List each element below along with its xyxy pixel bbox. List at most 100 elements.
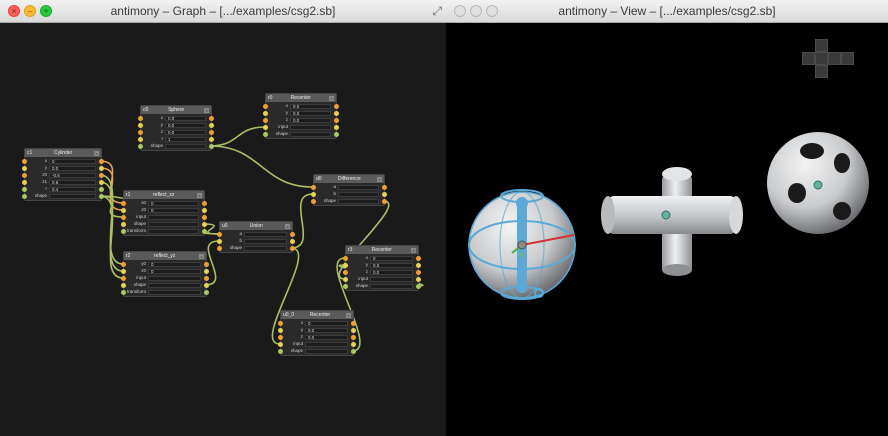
input-port-icon[interactable]: [138, 129, 143, 135]
row-value-field[interactable]: 0: [148, 207, 199, 213]
output-port-icon[interactable]: [99, 165, 104, 171]
output-port-icon[interactable]: [351, 327, 356, 333]
input-port-icon[interactable]: [121, 228, 126, 234]
output-port-icon[interactable]: [202, 221, 207, 227]
output-port-icon[interactable]: [204, 275, 209, 281]
output-port-icon[interactable]: [351, 348, 356, 354]
input-port-icon[interactable]: [22, 158, 27, 164]
node-header[interactable]: r1 reflect_xz ×: [124, 191, 204, 199]
input-port-icon[interactable]: [217, 245, 222, 251]
node-header[interactable]: r2 reflect_yz ×: [124, 252, 206, 260]
output-port-icon[interactable]: [290, 231, 295, 237]
input-port-icon[interactable]: [22, 165, 27, 171]
row-value-field[interactable]: [370, 276, 413, 282]
input-port-icon[interactable]: [263, 117, 268, 123]
node-header[interactable]: d0 Difference ×: [314, 175, 384, 183]
input-port-icon[interactable]: [278, 327, 283, 333]
close-icon[interactable]: ×: [196, 192, 202, 198]
row-value-field[interactable]: [290, 131, 331, 137]
output-port-icon[interactable]: [416, 283, 421, 289]
node-header[interactable]: r0 Recenter ×: [266, 94, 336, 102]
output-port-icon[interactable]: [204, 282, 209, 288]
output-port-icon[interactable]: [99, 158, 104, 164]
graph-wire[interactable]: [209, 126, 266, 147]
input-port-icon[interactable]: [217, 231, 222, 237]
input-port-icon[interactable]: [121, 214, 126, 220]
node-header[interactable]: c1 Cylinder ×: [25, 149, 101, 157]
input-port-icon[interactable]: [121, 261, 126, 267]
output-port-icon[interactable]: [382, 191, 387, 197]
input-port-icon[interactable]: [22, 179, 27, 185]
output-port-icon[interactable]: [290, 238, 295, 244]
output-port-icon[interactable]: [202, 228, 207, 234]
input-port-icon[interactable]: [311, 184, 316, 190]
row-value-field[interactable]: [305, 348, 348, 354]
input-port-icon[interactable]: [343, 269, 348, 275]
close-icon[interactable]: ×: [198, 253, 204, 259]
output-port-icon[interactable]: [334, 124, 339, 130]
row-value-field[interactable]: [305, 341, 348, 347]
input-port-icon[interactable]: [138, 143, 143, 149]
output-port-icon[interactable]: [334, 131, 339, 137]
input-port-icon[interactable]: [121, 275, 126, 281]
graph-node[interactable]: u0 Union × a b shape: [217, 221, 295, 253]
output-port-icon[interactable]: [204, 268, 209, 274]
row-value-field[interactable]: 0.0: [165, 115, 206, 121]
output-port-icon[interactable]: [209, 115, 214, 121]
row-value-field[interactable]: 0.0: [305, 327, 348, 333]
graph-node[interactable]: r2 reflect_yz × y0 0 z0 0 input shape transform: [121, 251, 209, 297]
row-value-field[interactable]: [148, 228, 199, 234]
row-value-field[interactable]: [338, 198, 379, 204]
row-value-field[interactable]: 0: [370, 255, 413, 261]
graph-node[interactable]: d0 Difference × a b shape: [311, 174, 387, 206]
graph-wire[interactable]: [209, 145, 314, 188]
row-value-field[interactable]: 0.0: [305, 334, 348, 340]
input-port-icon[interactable]: [121, 200, 126, 206]
row-value-field[interactable]: 0: [305, 320, 348, 326]
row-value-field[interactable]: 0: [148, 261, 201, 267]
input-port-icon[interactable]: [121, 282, 126, 288]
input-port-icon[interactable]: [121, 289, 126, 295]
output-port-icon[interactable]: [209, 143, 214, 149]
row-value-field[interactable]: [148, 214, 199, 220]
input-port-icon[interactable]: [121, 221, 126, 227]
input-port-icon[interactable]: [263, 103, 268, 109]
close-icon[interactable]: ×: [411, 247, 416, 253]
input-port-icon[interactable]: [217, 238, 222, 244]
graph-titlebar[interactable]: × – + antimony – Graph – [.../examples/c…: [0, 0, 446, 23]
graph-node[interactable]: u0_0 Recenter × x 0 y 0.0 z 0.0 input shape: [278, 310, 356, 356]
row-value-field[interactable]: 0: [49, 158, 96, 164]
output-port-icon[interactable]: [416, 276, 421, 282]
output-port-icon[interactable]: [334, 117, 339, 123]
input-port-icon[interactable]: [263, 131, 268, 137]
output-port-icon[interactable]: [351, 334, 356, 340]
row-value-field[interactable]: 0.0: [290, 103, 331, 109]
row-value-field[interactable]: [148, 221, 199, 227]
row-value-field[interactable]: -0.6: [49, 172, 96, 178]
output-port-icon[interactable]: [351, 341, 356, 347]
close-icon[interactable]: ×: [284, 223, 290, 229]
output-port-icon[interactable]: [290, 245, 295, 251]
row-value-field[interactable]: [148, 282, 201, 288]
output-port-icon[interactable]: [209, 136, 214, 142]
input-port-icon[interactable]: [278, 320, 283, 326]
sphere-with-handles[interactable]: [468, 189, 576, 300]
row-value-field[interactable]: 0.6: [49, 179, 96, 185]
row-value-field[interactable]: [290, 124, 331, 130]
row-value-field[interactable]: [148, 275, 201, 281]
row-value-field[interactable]: [244, 238, 287, 244]
input-port-icon[interactable]: [138, 115, 143, 121]
graph-wire[interactable]: [99, 195, 124, 279]
row-value-field[interactable]: 0.0: [370, 262, 413, 268]
input-port-icon[interactable]: [263, 124, 268, 130]
row-value-field[interactable]: [148, 289, 201, 295]
input-port-icon[interactable]: [138, 136, 143, 142]
row-value-field[interactable]: 1: [165, 136, 206, 142]
row-value-field[interactable]: 0.0: [290, 117, 331, 123]
input-port-icon[interactable]: [22, 186, 27, 192]
input-port-icon[interactable]: [311, 191, 316, 197]
row-value-field[interactable]: [244, 231, 287, 237]
output-port-icon[interactable]: [209, 129, 214, 135]
graph-node[interactable]: c1 Cylinder × x 0 y 0.0 z0 -0.6 z1 0.6 r 0.4 shape: [22, 148, 104, 201]
row-value-field[interactable]: [244, 245, 287, 251]
